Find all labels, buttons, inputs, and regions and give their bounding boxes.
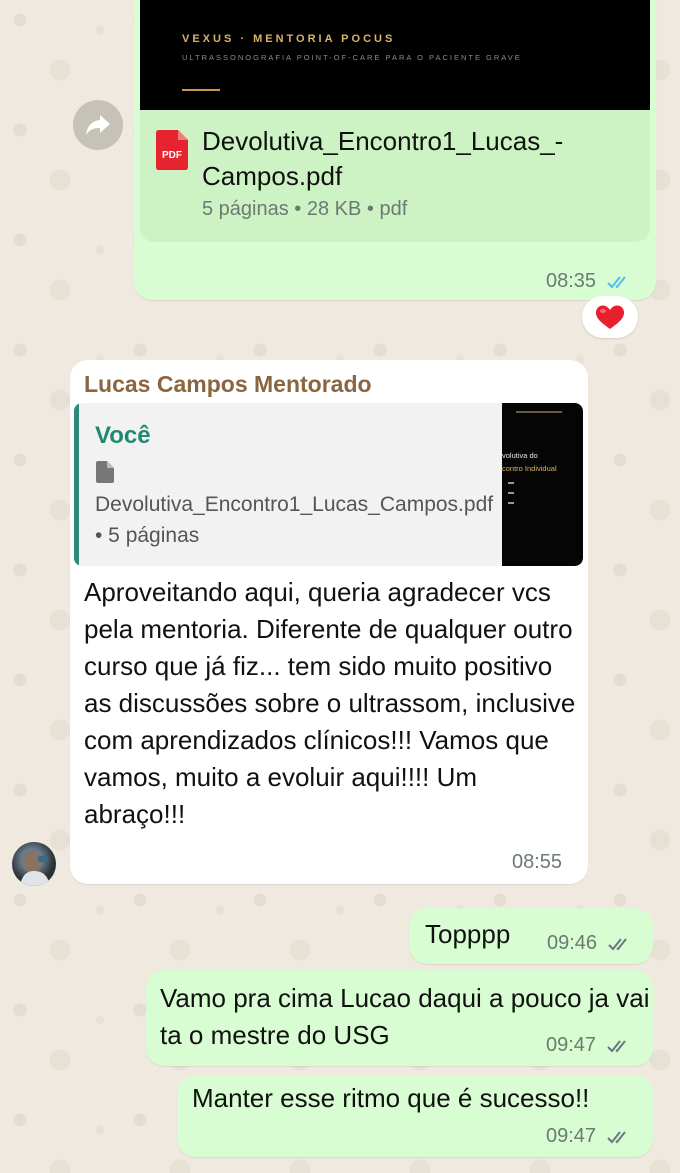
quote-thumbnail: volutiva do contro Individual — [502, 403, 583, 566]
forward-button[interactable] — [73, 100, 123, 150]
document-icon — [96, 461, 114, 488]
avatar-image — [20, 851, 50, 886]
preview-brand: VEXUS · MENTORIA POCUS — [182, 33, 396, 45]
pdf-file-icon: PDF — [156, 130, 188, 175]
time-text: 09:46 — [547, 932, 598, 954]
delivered-ticks-icon — [607, 938, 627, 951]
message-time: 09:47 — [546, 1125, 632, 1148]
delivered-ticks-icon — [606, 1131, 626, 1144]
thumbnail-graphic — [508, 411, 562, 504]
message-time: 08:55 — [512, 851, 563, 873]
document-meta: 5 páginas • 28 KB • pdf — [202, 198, 408, 220]
message-text: Topppp — [425, 919, 511, 949]
forward-arrow-icon — [86, 115, 110, 135]
sender-avatar[interactable] — [12, 842, 56, 886]
quote-filename: Devolutiva_Encontro1_Lucas_Campos.pdf • … — [95, 493, 494, 547]
document-file-info[interactable]: PDF Devolutiva_Encontro1_Lucas_-Campos.p… — [140, 110, 650, 242]
outgoing-message-bubble[interactable]: Topppp 09:46 — [409, 908, 653, 964]
incoming-message-bubble[interactable]: Lucas Campos Mentorado Você Devolutiva_E… — [70, 360, 588, 884]
heart-icon — [596, 305, 624, 329]
message-time: 09:46 — [547, 932, 633, 955]
preview-subtitle: ULTRASSONOGRAFIA POINT-OF-CARE PARA O PA… — [182, 53, 522, 62]
message-text: Aproveitando aqui, queria agradecer vcs … — [84, 577, 576, 829]
document-filename: Devolutiva_Encontro1_Lucas_-Campos.pdf — [202, 126, 564, 191]
reaction-badge[interactable] — [582, 296, 638, 338]
delivered-ticks-icon — [606, 1040, 626, 1053]
document-message-bubble[interactable]: VEXUS · MENTORIA POCUS ULTRASSONOGRAFIA … — [134, 0, 656, 300]
read-ticks-icon — [606, 276, 626, 289]
thumbnail-subtitle: contro Individual — [502, 464, 557, 473]
thumbnail-title: volutiva do — [502, 451, 538, 460]
message-time: 08:35 — [546, 270, 632, 293]
pdf-icon-label: PDF — [162, 150, 182, 161]
document-preview[interactable]: VEXUS · MENTORIA POCUS ULTRASSONOGRAFIA … — [140, 0, 650, 110]
quote-author: Você — [95, 422, 151, 449]
time-text: 09:47 — [546, 1125, 597, 1147]
outgoing-message-bubble[interactable]: Manter esse ritmo que é sucesso!! 09:47 — [177, 1075, 653, 1157]
outgoing-message-bubble[interactable]: Vamo pra cima Lucao daqui a pouco ja vai… — [146, 970, 653, 1066]
preview-divider — [182, 89, 220, 91]
quoted-message[interactable]: Você Devolutiva_Encontro1_Lucas_Campos.p… — [74, 403, 583, 566]
sender-name[interactable]: Lucas Campos Mentorado — [84, 371, 372, 398]
time-text: 08:35 — [546, 270, 597, 292]
message-time: 09:47 — [546, 1034, 632, 1057]
quote-accent-bar — [74, 403, 79, 566]
message-text: Manter esse ritmo que é sucesso!! — [192, 1083, 590, 1113]
time-text: 09:47 — [546, 1034, 597, 1056]
